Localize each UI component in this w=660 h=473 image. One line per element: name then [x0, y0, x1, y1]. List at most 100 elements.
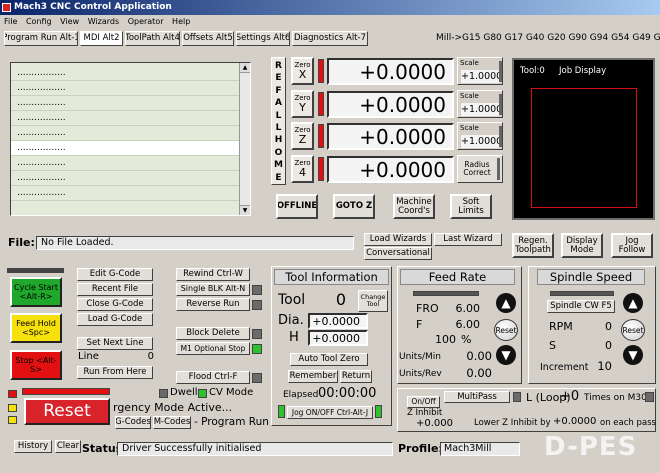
gcode-line[interactable]: .................: [11, 126, 239, 141]
axis-4-ref-led: [318, 157, 324, 181]
increment-label: Increment: [540, 362, 589, 373]
jog-follow-button[interactable]: Jog Follow: [611, 233, 653, 258]
jog-onoff-button[interactable]: Jog ON/OFF Ctrl-Alt-J: [287, 406, 373, 419]
axis-letter: X: [298, 67, 307, 81]
axis-x-scale[interactable]: Scale +1.0000: [457, 57, 503, 85]
tab-settings[interactable]: Settings Alt6: [236, 31, 290, 46]
axis-z-scale[interactable]: Scale +1.0000: [457, 122, 503, 150]
gcode-panel[interactable]: ........................................…: [10, 62, 251, 216]
feed-up-icon[interactable]: ▲: [496, 293, 516, 313]
recent-file-button[interactable]: Recent File: [77, 283, 153, 296]
feed-hold-button[interactable]: Feed Hold <Spc>: [10, 313, 62, 343]
feed-reset-button[interactable]: Reset: [494, 319, 518, 341]
fro-label: FRO: [416, 302, 439, 315]
feed-rate-bar: [413, 291, 479, 296]
zero-4-button[interactable]: Zero 4: [291, 155, 314, 183]
spindle-down-icon[interactable]: ▼: [623, 345, 643, 365]
gcode-line[interactable]: .................: [11, 141, 239, 156]
goto-z-button[interactable]: GOTO Z: [333, 194, 375, 219]
gcode-line[interactable]: .................: [11, 171, 239, 186]
display-mode-button[interactable]: Display Mode: [561, 233, 603, 258]
tab-mdi[interactable]: MDI Alt2: [80, 31, 123, 46]
cycle-start-button[interactable]: Cycle Start <Alt-R>: [10, 277, 62, 307]
single-block-button[interactable]: Single BLK Alt-N: [176, 283, 250, 296]
gcode-line[interactable]: .................: [11, 186, 239, 201]
scroll-up-icon[interactable]: ▲: [240, 63, 250, 73]
soft-limits-button[interactable]: Soft Limits: [450, 194, 492, 219]
profile-label: Profile:: [398, 442, 443, 455]
tab-diagnostics[interactable]: Diagnostics Alt-7: [292, 31, 368, 46]
axis-y-scale[interactable]: Scale +1.0000: [457, 90, 503, 118]
axis-y-dro[interactable]: +0.0000: [327, 91, 454, 118]
gcode-scrollbar[interactable]: ▲ ▼: [239, 63, 250, 215]
gcode-line[interactable]: .................: [11, 81, 239, 96]
reset-button[interactable]: Reset: [24, 398, 110, 425]
axis-x-dro[interactable]: +0.0000: [327, 58, 454, 85]
scale-label: Scale: [460, 124, 479, 132]
multipass-button[interactable]: MultiPass: [444, 391, 510, 403]
axis-z-dro[interactable]: +0.0000: [327, 123, 454, 150]
return-button[interactable]: Return: [340, 370, 372, 383]
dwell-led: [159, 389, 168, 398]
set-next-line-button[interactable]: Set Next Line: [77, 337, 153, 350]
run-from-here-button[interactable]: Run From Here: [77, 366, 153, 379]
m30-led: [645, 392, 654, 402]
ref-all-home-letter: M: [274, 160, 283, 171]
increment-value: 10: [597, 359, 612, 373]
flood-button[interactable]: Flood Ctrl-F: [176, 371, 250, 384]
axis-4-dro[interactable]: +0.0000: [327, 156, 454, 183]
gcode-line[interactable]: .................: [11, 111, 239, 126]
menu-help[interactable]: Help: [172, 17, 190, 26]
menu-view[interactable]: View: [60, 17, 79, 26]
clear-button[interactable]: Clear: [55, 440, 81, 453]
zero-y-button[interactable]: Zero Y: [291, 90, 314, 118]
offline-button[interactable]: OFFLINE: [276, 194, 318, 219]
menu-wizards[interactable]: Wizards: [88, 17, 119, 26]
tab-offsets[interactable]: Offsets Alt5: [182, 31, 234, 46]
dia-value: +0.0000: [308, 313, 368, 329]
spindle-reset-button[interactable]: Reset: [621, 319, 645, 341]
history-button[interactable]: History: [14, 440, 52, 453]
regen-toolpath-button[interactable]: Regen. Toolpath: [512, 233, 554, 258]
ref-all-home-button[interactable]: REFALLHOME: [271, 57, 286, 185]
zero-x-button[interactable]: Zero X: [291, 57, 314, 85]
rewind-button[interactable]: Rewind Ctrl-W: [176, 268, 250, 281]
feed-rate-title: Feed Rate: [400, 269, 515, 285]
load-gcode-button[interactable]: Load G-Code: [77, 313, 153, 326]
block-delete-led: [252, 329, 262, 339]
remember-button[interactable]: Remember: [288, 370, 338, 383]
menu-config[interactable]: Config: [26, 17, 52, 26]
scroll-down-icon[interactable]: ▼: [240, 205, 250, 215]
m-codes-button[interactable]: M-Codes: [153, 416, 191, 429]
feed-down-icon[interactable]: ▼: [496, 345, 516, 365]
tab-toolpath[interactable]: ToolPath Alt4: [125, 31, 180, 46]
edit-gcode-button[interactable]: Edit G-Code: [77, 268, 153, 281]
block-delete-button[interactable]: Block Delete: [176, 327, 250, 340]
title-bar[interactable]: Mach3 CNC Control Application: [0, 0, 660, 15]
fro-value: 6.00: [455, 302, 481, 315]
auto-tool-zero-button[interactable]: Auto Tool Zero: [290, 353, 368, 366]
g-codes-button[interactable]: G-Codes: [115, 416, 151, 429]
conversational-button[interactable]: Conversational: [364, 247, 432, 260]
menu-file[interactable]: File: [4, 17, 17, 26]
stop-button[interactable]: Stop <Alt-S>: [10, 350, 62, 380]
gcode-line[interactable]: .................: [11, 66, 239, 81]
machine-coords-button[interactable]: Machine Coord's: [393, 194, 435, 219]
close-gcode-button[interactable]: Close G-Code: [77, 298, 153, 311]
gcode-line[interactable]: .................: [11, 96, 239, 111]
z-inhibit-value: +0.000: [416, 418, 454, 429]
job-display[interactable]: Tool:0 Job Display: [512, 58, 655, 220]
times-on-m30-label: Times on M30: [584, 393, 647, 403]
menu-operator[interactable]: Operator: [128, 17, 164, 26]
tab-program-run[interactable]: Program Run Alt-1: [4, 31, 78, 46]
spindle-cw-button[interactable]: Spindle CW F5: [547, 300, 615, 313]
m1-optional-stop-button[interactable]: M1 Optional Stop: [176, 342, 250, 355]
gcode-line[interactable]: .................: [11, 156, 239, 171]
load-wizards-button[interactable]: Load Wizards: [364, 233, 432, 246]
reverse-run-button[interactable]: Reverse Run: [176, 298, 250, 311]
spindle-up-icon[interactable]: ▲: [623, 293, 643, 313]
z-inhibit-onoff-button[interactable]: On/Off: [407, 396, 440, 408]
change-tool-button[interactable]: Change Tool: [358, 290, 388, 312]
zero-z-button[interactable]: Zero Z: [291, 122, 314, 150]
last-wizard-button[interactable]: Last Wizard: [434, 233, 502, 246]
